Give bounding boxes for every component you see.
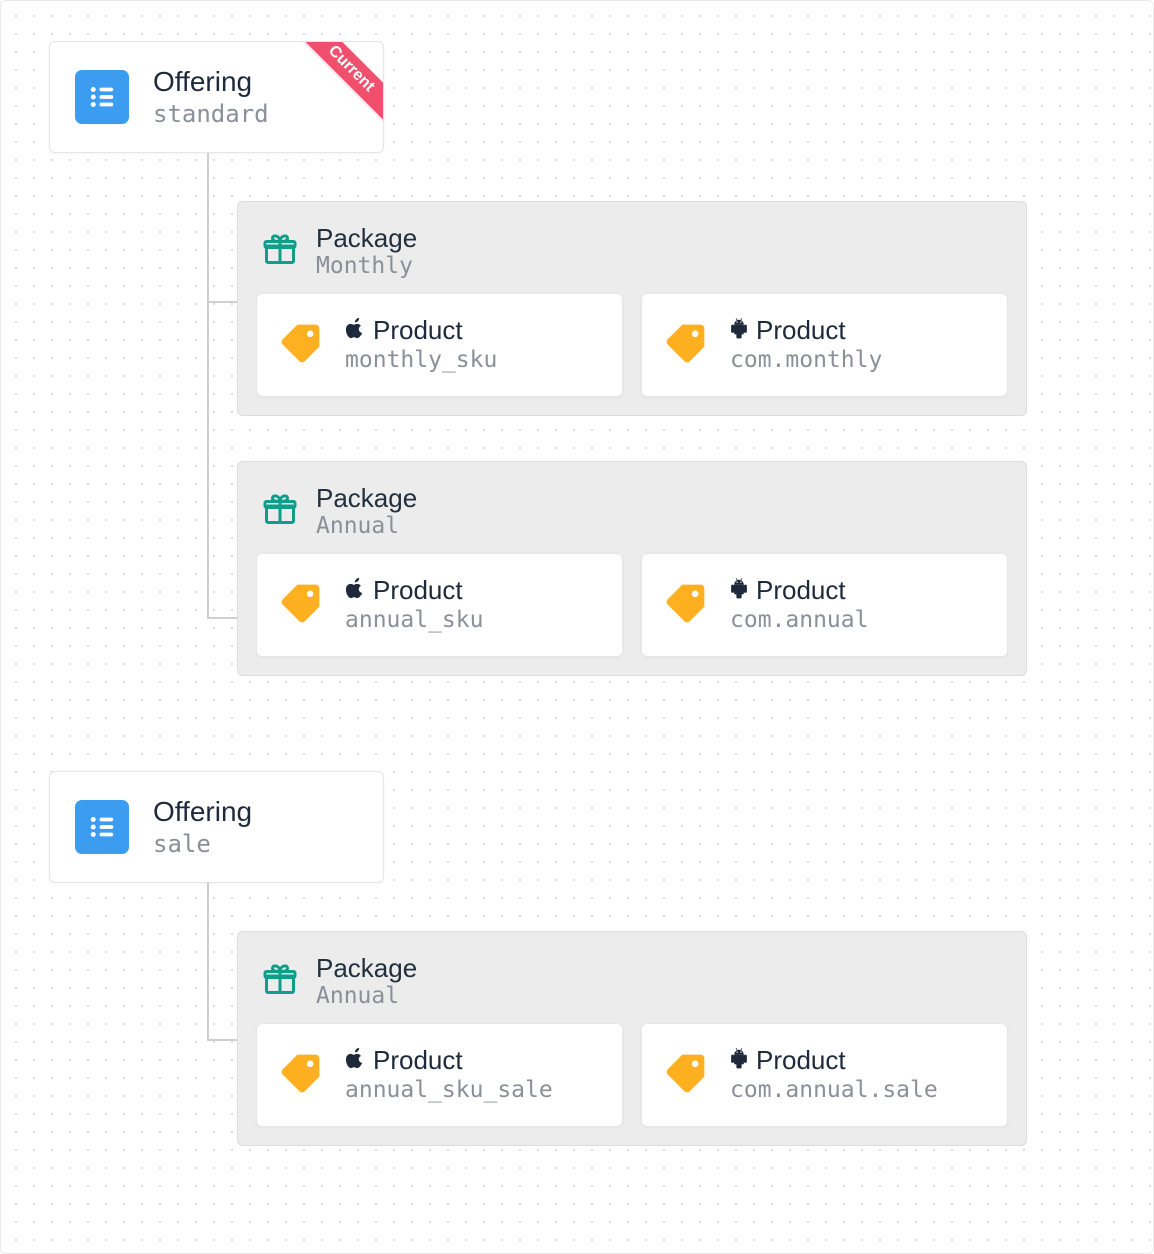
product-card-android[interactable]: Product com.annual: [641, 553, 1008, 657]
product-sku: monthly_sku: [345, 347, 497, 375]
product-card-apple[interactable]: Product monthly_sku: [256, 293, 623, 397]
product-sku: com.annual.sale: [730, 1077, 938, 1105]
product-title: Product: [373, 576, 463, 605]
product-sku: annual_sku_sale: [345, 1077, 553, 1105]
connector-line: [207, 881, 209, 1041]
package-name: Annual: [316, 983, 417, 1009]
connector-line: [207, 617, 237, 619]
offering-id: sale: [153, 830, 252, 859]
product-card-apple[interactable]: Product annual_sku_sale: [256, 1023, 623, 1127]
diagram-canvas: Offering standard Current Package Monthl…: [0, 0, 1154, 1254]
package-name: Monthly: [316, 253, 417, 279]
product-card-apple[interactable]: Product annual_sku: [256, 553, 623, 657]
product-title: Product: [373, 316, 463, 345]
product-title: Product: [756, 1046, 846, 1075]
product-title: Product: [756, 576, 846, 605]
connector-line: [207, 151, 209, 619]
package-box-monthly[interactable]: Package Monthly Product monthly_sku: [237, 201, 1027, 416]
tag-icon: [664, 321, 708, 370]
product-title: Product: [756, 316, 846, 345]
offering-id: standard: [153, 100, 269, 129]
package-box-annual[interactable]: Package Annual Product annual_sku: [237, 461, 1027, 676]
tag-icon: [279, 1051, 323, 1100]
connector-line: [207, 1039, 237, 1041]
package-title: Package: [316, 224, 417, 253]
tag-icon: [664, 1051, 708, 1100]
tag-icon: [664, 581, 708, 630]
apple-icon: [345, 316, 365, 345]
package-title: Package: [316, 954, 417, 983]
offering-card-sale[interactable]: Offering sale: [49, 771, 384, 883]
android-icon: [730, 576, 748, 605]
gift-icon: [262, 231, 298, 272]
apple-icon: [345, 576, 365, 605]
gift-icon: [262, 491, 298, 532]
package-title: Package: [316, 484, 417, 513]
list-icon: [75, 70, 129, 124]
tag-icon: [279, 581, 323, 630]
android-icon: [730, 316, 748, 345]
offering-title: Offering: [153, 66, 269, 98]
product-title: Product: [373, 1046, 463, 1075]
tag-icon: [279, 321, 323, 370]
package-name: Annual: [316, 513, 417, 539]
offering-card-standard[interactable]: Offering standard Current: [49, 41, 384, 153]
gift-icon: [262, 961, 298, 1002]
package-box-annual-sale[interactable]: Package Annual Product annual_sku_sale: [237, 931, 1027, 1146]
offering-title: Offering: [153, 796, 252, 828]
android-icon: [730, 1046, 748, 1075]
current-ribbon: Current: [292, 41, 384, 128]
product-sku: com.annual: [730, 607, 868, 635]
product-sku: annual_sku: [345, 607, 483, 635]
connector-line: [207, 301, 237, 303]
product-card-android[interactable]: Product com.monthly: [641, 293, 1008, 397]
product-sku: com.monthly: [730, 347, 882, 375]
apple-icon: [345, 1046, 365, 1075]
list-icon: [75, 800, 129, 854]
product-card-android[interactable]: Product com.annual.sale: [641, 1023, 1008, 1127]
